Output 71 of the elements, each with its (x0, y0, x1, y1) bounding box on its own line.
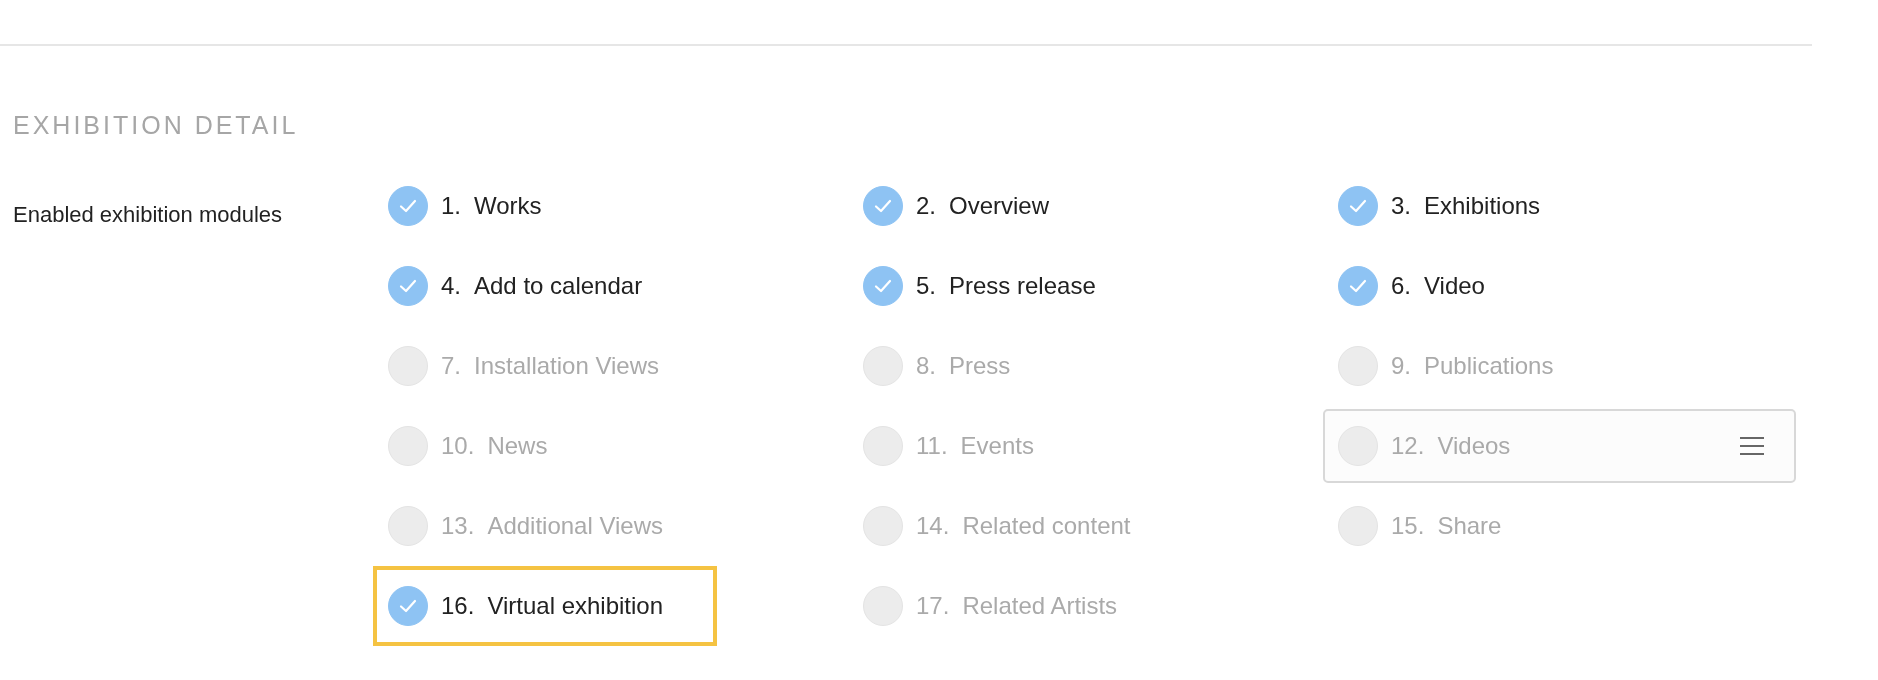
module-item[interactable]: 14. Related content (848, 489, 1183, 563)
checked-circle-icon[interactable] (1338, 266, 1378, 306)
unchecked-circle-icon[interactable] (388, 426, 428, 466)
module-item[interactable]: 13. Additional Views (373, 489, 716, 563)
module-number: 4. (441, 272, 461, 300)
module-number: 11. (916, 432, 948, 460)
module-item[interactable]: 8. Press (848, 329, 1063, 403)
unchecked-circle-icon[interactable] (388, 346, 428, 386)
checked-circle-icon[interactable] (388, 266, 428, 306)
module-item[interactable]: 4. Add to calendar (373, 249, 695, 323)
drag-handle-icon[interactable] (1740, 436, 1764, 456)
module-number: 9. (1391, 352, 1411, 380)
unchecked-circle-icon[interactable] (1338, 426, 1378, 466)
module-label: Overview (949, 192, 1050, 220)
module-number: 6. (1391, 272, 1411, 300)
module-number: 12. (1391, 432, 1425, 460)
checked-circle-icon[interactable] (388, 186, 428, 226)
module-item[interactable]: 17. Related Artists (848, 569, 1170, 643)
checked-circle-icon[interactable] (863, 186, 903, 226)
module-number: 17. (916, 592, 950, 620)
module-label: Video (1424, 272, 1485, 300)
module-number: 16. (441, 592, 475, 620)
module-number: 5. (916, 272, 936, 300)
unchecked-circle-icon[interactable] (863, 506, 903, 546)
module-item[interactable]: 6. Video (1323, 249, 1537, 323)
module-label: News (487, 432, 548, 460)
module-label: Related content (962, 512, 1131, 540)
module-item[interactable]: 12. Videos (1323, 409, 1796, 483)
module-number: 7. (441, 352, 461, 380)
module-label: Events (960, 432, 1034, 460)
module-label: Works (474, 192, 542, 220)
module-label: Additional Views (487, 512, 664, 540)
module-number: 3. (1391, 192, 1411, 220)
module-label: Virtual exhibition (487, 592, 664, 620)
checked-circle-icon[interactable] (863, 266, 903, 306)
unchecked-circle-icon[interactable] (863, 426, 903, 466)
module-label: Related Artists (962, 592, 1118, 620)
module-item[interactable]: 2. Overview (848, 169, 1102, 243)
module-label: Exhibitions (1424, 192, 1541, 220)
field-label: Enabled exhibition modules (13, 202, 284, 229)
module-number: 8. (916, 352, 936, 380)
unchecked-circle-icon[interactable] (863, 346, 903, 386)
module-label: Share (1437, 512, 1502, 540)
unchecked-circle-icon[interactable] (1338, 346, 1378, 386)
module-item[interactable]: 11. Events (848, 409, 1086, 483)
module-number: 13. (441, 512, 475, 540)
section-heading: EXHIBITION DETAIL (13, 110, 300, 140)
module-item[interactable]: 9. Publications (1323, 329, 1606, 403)
unchecked-circle-icon[interactable] (1338, 506, 1378, 546)
module-label: Installation Views (474, 352, 659, 380)
module-item[interactable]: 5. Press release (848, 249, 1148, 323)
checked-circle-icon[interactable] (388, 586, 428, 626)
module-number: 2. (916, 192, 936, 220)
module-number: 14. (916, 512, 950, 540)
module-number: 10. (441, 432, 475, 460)
module-number: 15. (1391, 512, 1425, 540)
module-number: 1. (441, 192, 461, 220)
module-label: Press (949, 352, 1011, 380)
unchecked-circle-icon[interactable] (863, 586, 903, 626)
module-item[interactable]: 1. Works (373, 169, 594, 243)
module-item[interactable]: 7. Installation Views (373, 329, 711, 403)
unchecked-circle-icon[interactable] (388, 506, 428, 546)
module-label: Add to calendar (474, 272, 643, 300)
module-item[interactable]: 3. Exhibitions (1323, 169, 1593, 243)
module-label: Publications (1424, 352, 1554, 380)
module-item[interactable]: 15. Share (1323, 489, 1554, 563)
module-item[interactable]: 16. Virtual exhibition (373, 566, 718, 646)
module-label: Press release (949, 272, 1096, 300)
checked-circle-icon[interactable] (1338, 186, 1378, 226)
module-item[interactable]: 10. News (373, 409, 600, 483)
module-label: Videos (1437, 432, 1511, 460)
